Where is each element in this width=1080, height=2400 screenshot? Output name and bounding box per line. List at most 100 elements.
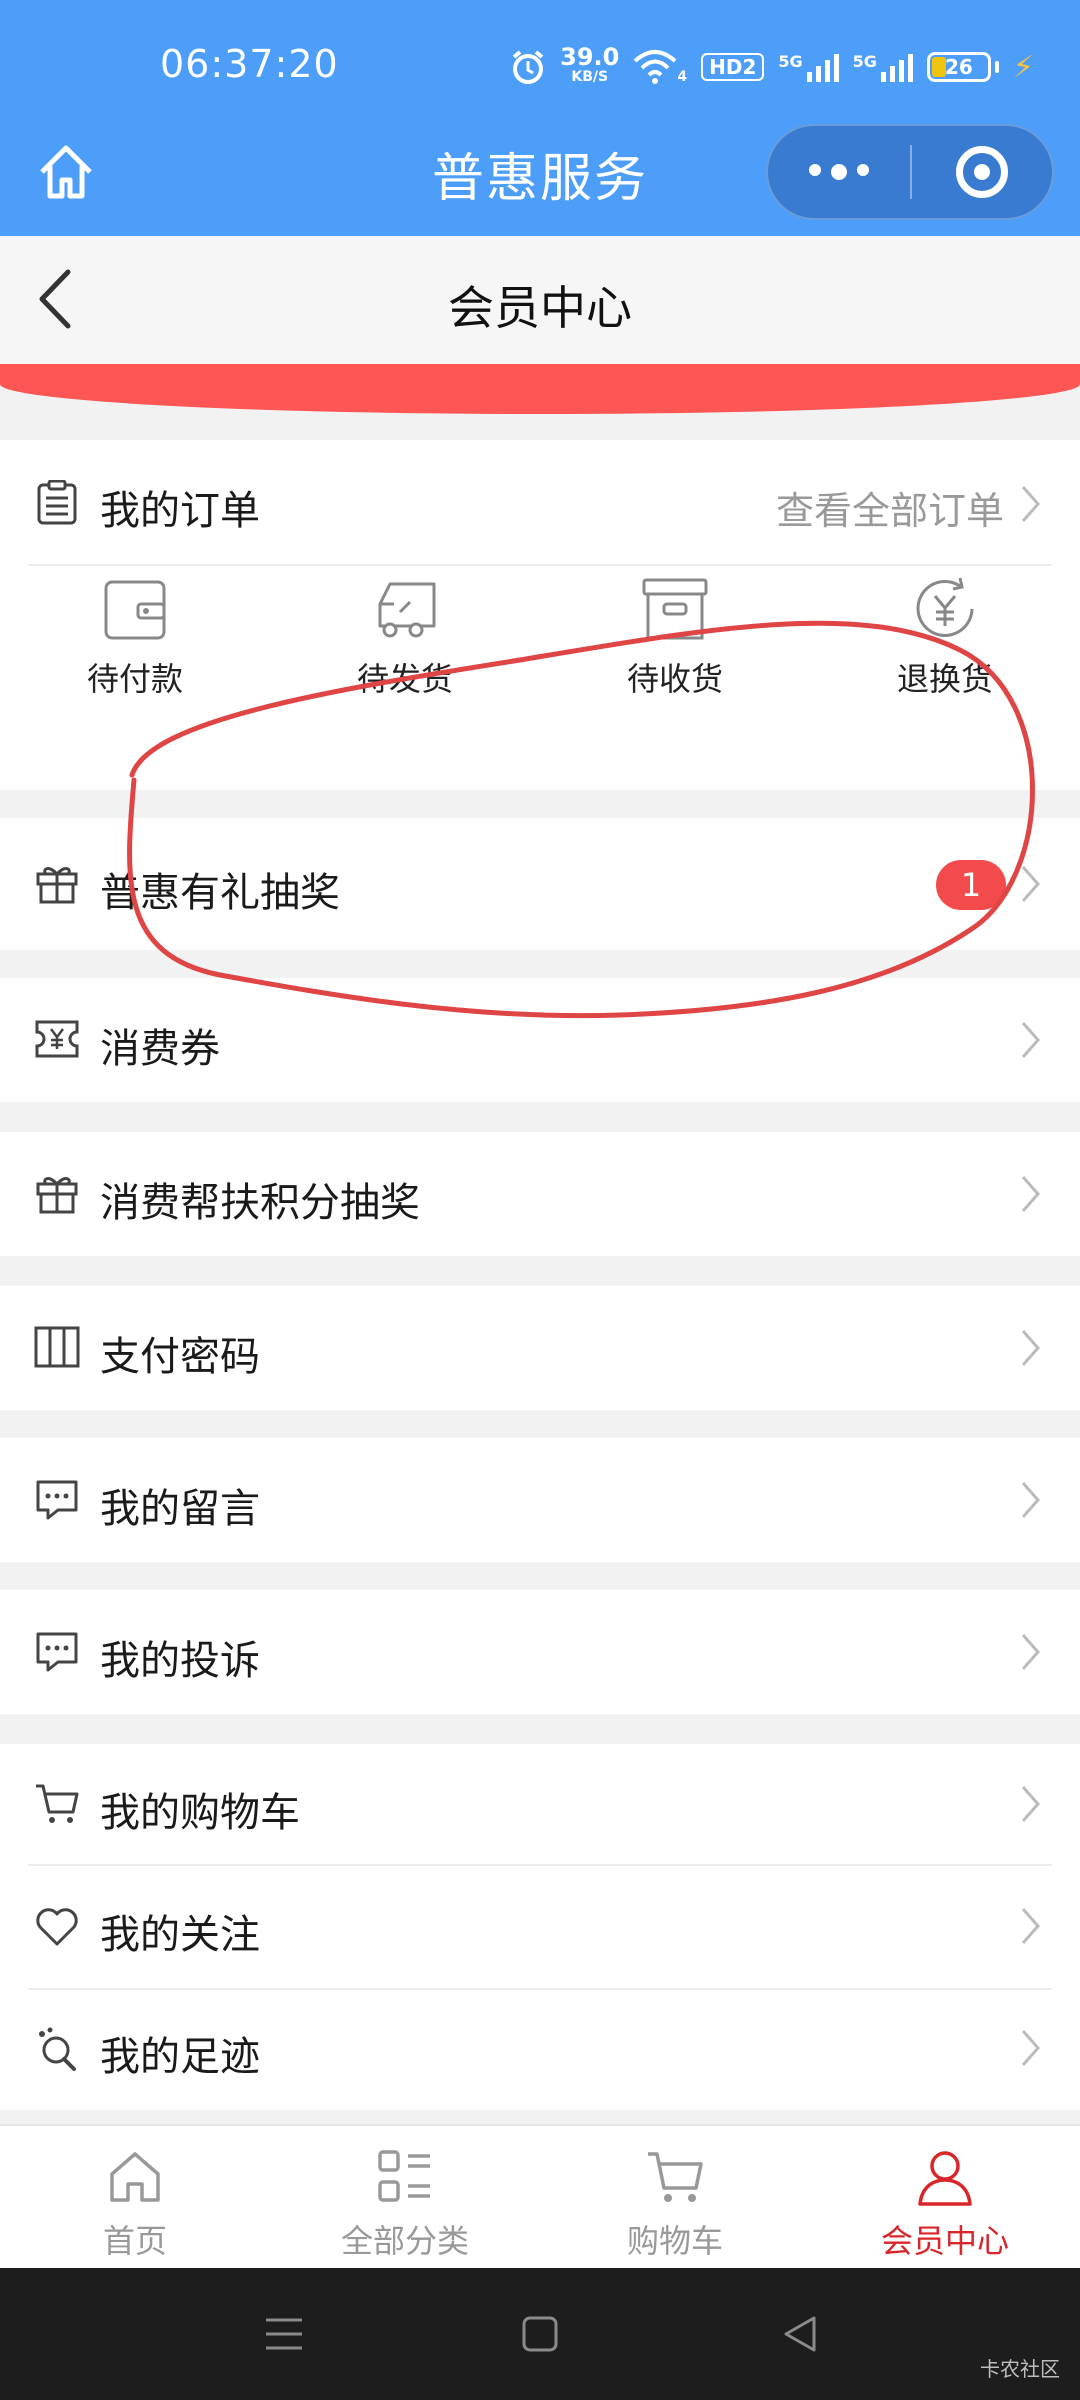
chevron-right-icon	[1021, 1022, 1041, 1058]
signal-icon: 5G	[778, 52, 839, 82]
chevron-right-icon	[1021, 486, 1041, 522]
menu-item-follows[interactable]: 我的关注	[0, 1866, 1080, 1988]
order-status-to-receive[interactable]: 待收货	[540, 574, 810, 724]
battery-icon: 26	[926, 52, 999, 82]
tab-label: 会员中心	[880, 2222, 1009, 2260]
chevron-right-icon	[1021, 1908, 1041, 1944]
menu-item-label: 消费券	[100, 1026, 220, 1072]
menu-item-points-lottery[interactable]: 消费帮扶积分抽奖	[0, 1132, 1080, 1256]
net-speed-unit: KB/S	[571, 69, 609, 85]
order-status-row: 待付款 待发货 待收货 退换货	[0, 574, 1080, 724]
status-bar: 06:37:20 39.0 KB/S 4 HD2 5G 5G 26 ⚡	[0, 0, 1080, 130]
chevron-right-icon	[1021, 2030, 1041, 2066]
status-time: 06:37:20	[160, 42, 339, 86]
menu-item-cart[interactable]: 我的购物车	[0, 1744, 1080, 1864]
keypad-icon	[34, 1326, 80, 1368]
category-icon	[378, 2150, 430, 2202]
order-status-label: 待发货	[356, 660, 453, 698]
net-speed: 39.0 KB/S	[560, 43, 620, 87]
menu-item-label: 我的关注	[100, 1912, 260, 1958]
tab-label: 首页	[102, 2222, 167, 2260]
wifi-icon: 4	[633, 49, 687, 85]
footprint-icon	[39, 2027, 76, 2071]
menu-item-complaints[interactable]: 我的投诉	[0, 1590, 1080, 1714]
watermark: 卡农社区	[980, 2357, 1060, 2381]
box-icon	[642, 578, 708, 640]
menu-item-label: 我的购物车	[100, 1790, 300, 1836]
top-bar: 06:37:20 39.0 KB/S 4 HD2 5G 5G 26 ⚡ 普惠服务	[0, 0, 1080, 236]
tab-home[interactable]: 首页	[0, 2126, 270, 2268]
menu-item-label: 支付密码	[100, 1334, 260, 1380]
orders-card: 我的订单 查看全部订单 待付款 待发货 待收货 退换货	[0, 440, 1080, 790]
menu-item-coupons[interactable]: 消费券	[0, 978, 1080, 1102]
view-all-orders-link[interactable]: 查看全部订单	[776, 480, 1004, 535]
clipboard-icon	[37, 480, 77, 525]
divider	[28, 564, 1052, 566]
menu-item-lottery[interactable]: 普惠有礼抽奖 1	[0, 818, 1080, 950]
tab-label: 购物车	[626, 2222, 723, 2260]
user-icon	[918, 2151, 972, 2206]
home-icon	[110, 2152, 160, 2202]
signal-label: 5G	[778, 52, 803, 71]
chevron-right-icon	[1021, 1482, 1041, 1518]
chevron-right-icon	[1021, 1176, 1041, 1212]
hd-badge: HD2	[701, 53, 765, 81]
menu-item-label: 我的足迹	[100, 2034, 260, 2080]
system-navigation-bar: 卡农社区	[0, 2268, 1080, 2400]
menu-item-pay-password[interactable]: 支付密码	[0, 1286, 1080, 1410]
tab-label: 全部分类	[340, 2222, 469, 2260]
chevron-right-icon	[1021, 1786, 1041, 1822]
menu-icon[interactable]	[262, 2312, 306, 2356]
tab-member-center[interactable]: 会员中心	[810, 2126, 1080, 2268]
orders-title: 我的订单	[100, 488, 260, 534]
mini-program-capsule	[766, 124, 1054, 220]
chevron-right-icon	[1021, 1330, 1041, 1366]
message-icon	[36, 1480, 78, 1520]
message-icon	[36, 1632, 78, 1672]
menu-item-label: 普惠有礼抽奖	[100, 870, 340, 916]
more-button[interactable]	[768, 164, 910, 180]
order-status-return-exchange[interactable]: 退换货	[810, 574, 1080, 724]
order-status-label: 待付款	[86, 660, 183, 698]
home-square-icon[interactable]	[518, 2312, 562, 2356]
orders-header[interactable]: 我的订单 查看全部订单	[0, 440, 1080, 564]
back-triangle-icon[interactable]	[778, 2312, 822, 2356]
chevron-right-icon	[1021, 1634, 1041, 1670]
profile-banner	[0, 364, 1080, 414]
heart-icon	[36, 1908, 78, 1946]
truck-icon	[378, 582, 436, 638]
activity-card: 我的购物车 我的关注 我的足迹	[0, 1744, 1080, 2110]
order-status-label: 待收货	[626, 660, 723, 698]
battery-level: 26	[945, 55, 973, 79]
target-icon	[955, 146, 1008, 198]
menu-item-label: 我的留言	[100, 1486, 260, 1532]
gift-icon	[36, 867, 78, 904]
wallet-icon	[104, 580, 166, 640]
nav-bar: 会员中心	[0, 236, 1080, 364]
net-speed-value: 39.0	[560, 43, 620, 71]
tab-categories[interactable]: 全部分类	[270, 2126, 540, 2268]
notification-badge: 1	[936, 860, 1006, 910]
bottom-tab-bar: 首页 全部分类 购物车 会员中心	[0, 2124, 1080, 2268]
signal-icon: 5G	[853, 52, 913, 82]
close-button[interactable]	[912, 146, 1052, 198]
tab-cart[interactable]: 购物车	[540, 2126, 810, 2268]
alarm-icon	[512, 50, 544, 84]
app-header: 普惠服务	[0, 124, 1080, 236]
charging-icon: ⚡	[1012, 49, 1034, 85]
signal-label: 5G	[852, 52, 877, 71]
order-status-pending-payment[interactable]: 待付款	[0, 574, 270, 724]
menu-item-footprints[interactable]: 我的足迹	[0, 1990, 1080, 2110]
coupon-icon	[35, 1020, 79, 1058]
order-status-label: 退换货	[896, 660, 993, 698]
cart-icon	[36, 1784, 79, 1823]
gift-icon	[36, 1177, 78, 1214]
status-icons: 39.0 KB/S 4 HD2 5G 5G 26 ⚡	[510, 42, 1034, 92]
cart-icon	[648, 2152, 703, 2202]
menu-item-label: 消费帮扶积分抽奖	[100, 1180, 420, 1226]
order-status-to-ship[interactable]: 待发货	[270, 574, 540, 724]
menu-item-messages[interactable]: 我的留言	[0, 1438, 1080, 1562]
chevron-right-icon	[1021, 866, 1041, 902]
page-title: 会员中心	[448, 281, 632, 335]
menu-item-label: 我的投诉	[100, 1638, 260, 1684]
